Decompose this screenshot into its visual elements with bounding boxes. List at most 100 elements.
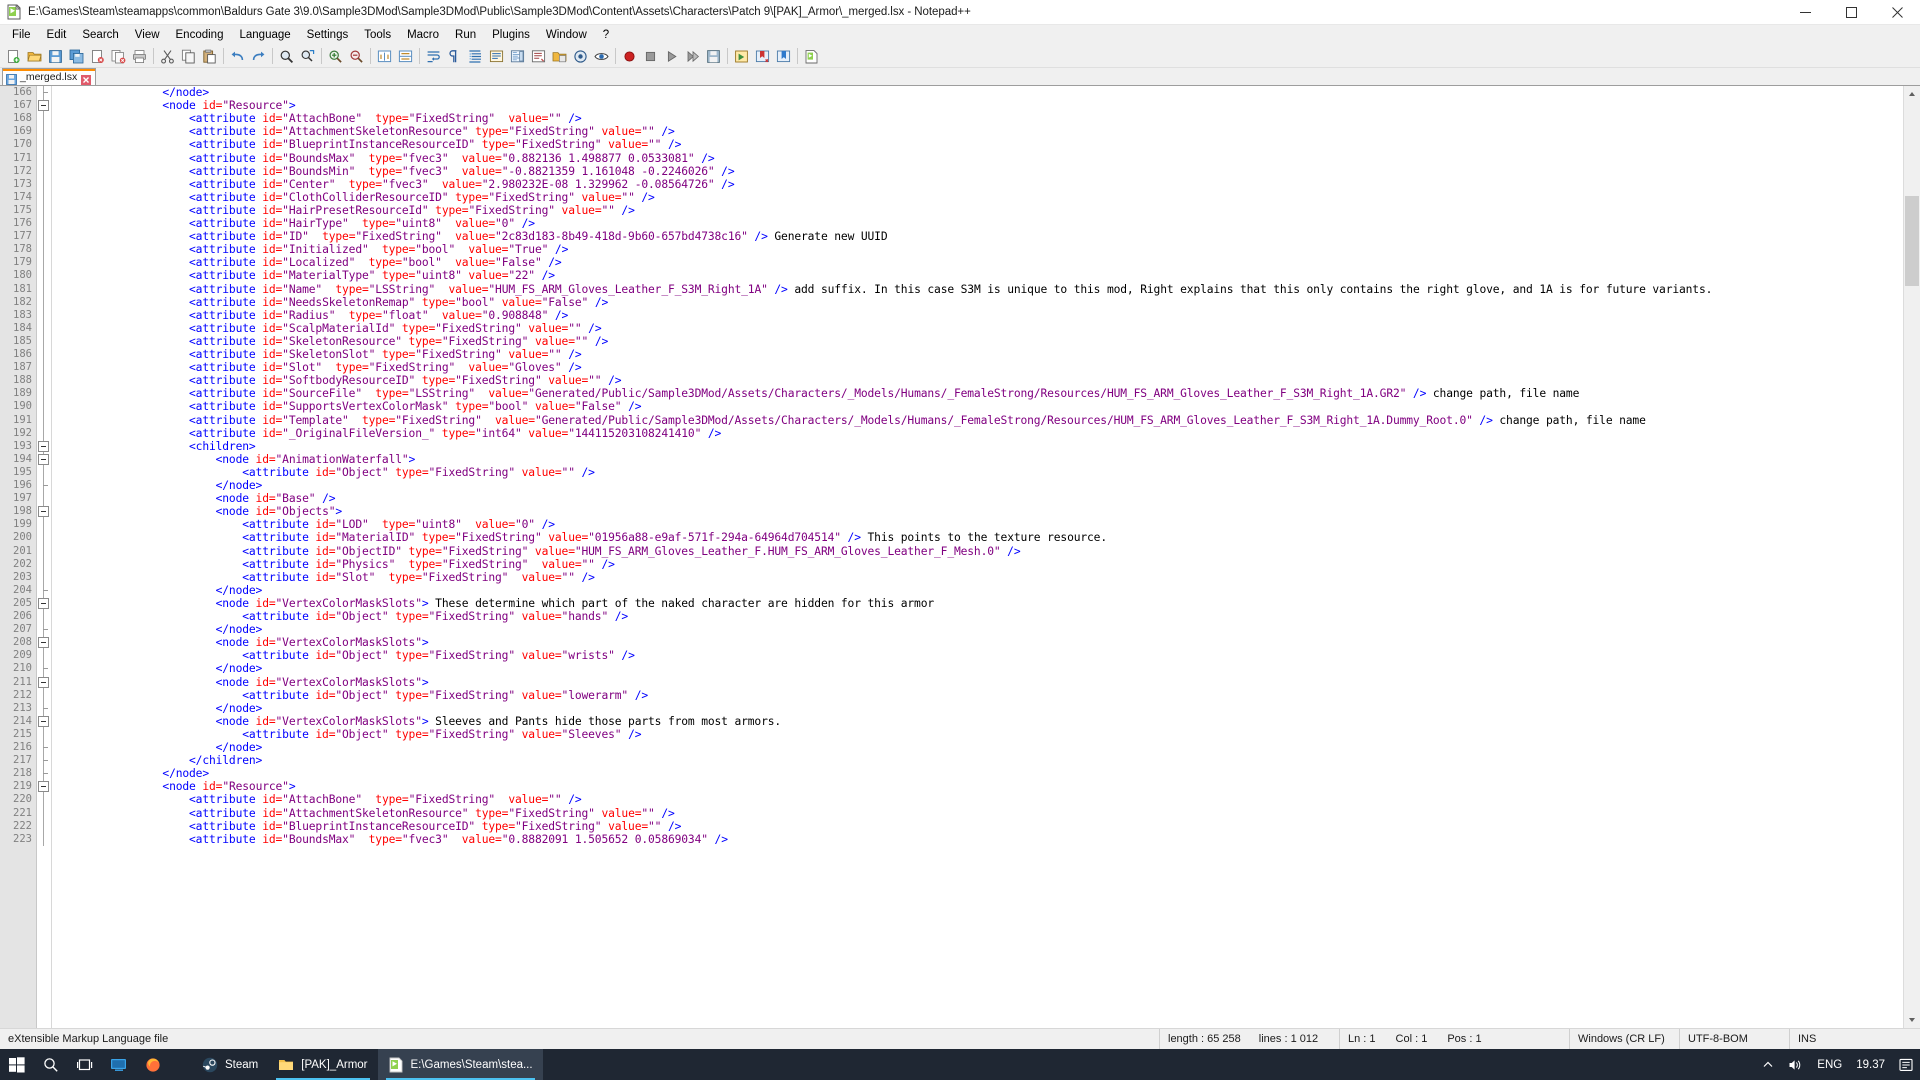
- code-line[interactable]: <node id="Base" />: [56, 492, 336, 505]
- toolbar-button-close-all-documents[interactable]: [108, 46, 129, 66]
- taskbar-item-notepad-plus-plus[interactable]: E:\Games\Steam\stea...: [377, 1049, 543, 1080]
- code-line[interactable]: <attribute id="AttachBone" type="FixedSt…: [56, 793, 582, 806]
- fold-toggle-button[interactable]: [38, 715, 49, 727]
- toolbar-button-word-wrap[interactable]: [423, 46, 444, 66]
- code-line[interactable]: <node id="VertexColorMaskSlots">: [56, 636, 429, 649]
- fold-toggle-button[interactable]: [38, 100, 49, 112]
- toolbar-button-remove-bookmarks[interactable]: [752, 46, 773, 66]
- code-line[interactable]: <attribute id="NeedsSkeletonRemap" type=…: [56, 296, 608, 309]
- fold-toggle-button[interactable]: [38, 781, 49, 793]
- code-line[interactable]: <attribute id="BlueprintInstanceResource…: [56, 820, 681, 833]
- code-line[interactable]: <attribute id="AttachBone" type="FixedSt…: [56, 112, 582, 125]
- code-line[interactable]: <attribute id="AttachmentSkeletonResourc…: [56, 807, 675, 820]
- toolbar-button-cut[interactable]: [157, 46, 178, 66]
- toolbar-button-stop-recording[interactable]: [640, 46, 661, 66]
- code-line[interactable]: <node id="VertexColorMaskSlots">: [56, 676, 429, 689]
- menu-item-run[interactable]: Run: [447, 26, 484, 44]
- code-line[interactable]: <attribute id="HairType" type="uint8" va…: [56, 217, 535, 230]
- code-line[interactable]: </node>: [56, 741, 263, 754]
- toolbar-button-sync-horizontal-scrolling[interactable]: [395, 46, 416, 66]
- code-line[interactable]: </node>: [56, 662, 263, 675]
- toolbar-button-zoom-in[interactable]: [325, 46, 346, 66]
- code-folding-margin[interactable]: [37, 86, 52, 1028]
- toolbar-button-show-all-characters[interactable]: [444, 46, 465, 66]
- code-line[interactable]: <children>: [56, 440, 256, 453]
- code-line[interactable]: <attribute id="BoundsMax" type="fvec3" v…: [56, 833, 728, 846]
- fold-toggle-button[interactable]: [38, 506, 49, 518]
- code-line[interactable]: <attribute id="SoftbodyResourceID" type=…: [56, 374, 622, 387]
- code-line[interactable]: <attribute id="_OriginalFileVersion_" ty…: [56, 427, 721, 440]
- code-line[interactable]: <node id="VertexColorMaskSlots"> These d…: [56, 597, 935, 610]
- document-tab[interactable]: _merged.lsx: [2, 68, 97, 85]
- code-line[interactable]: <attribute id="MaterialType" type="uint8…: [56, 269, 555, 282]
- code-line[interactable]: <attribute id="Radius" type="float" valu…: [56, 309, 568, 322]
- close-tab-icon[interactable]: [81, 72, 92, 85]
- code-line[interactable]: <attribute id="ScalpMaterialId" type="Fi…: [56, 322, 602, 335]
- toolbar-button-folder-as-workspace[interactable]: [549, 46, 570, 66]
- menu-item-plugins[interactable]: Plugins: [484, 26, 538, 44]
- toolbar-button-new-file[interactable]: [3, 46, 24, 66]
- search-icon[interactable]: [34, 1049, 68, 1080]
- code-line[interactable]: <attribute id="Object" type="FixedString…: [56, 466, 595, 479]
- code-line[interactable]: </node>: [56, 767, 209, 780]
- code-line[interactable]: </children>: [56, 754, 262, 767]
- toolbar-button-playback-macro[interactable]: [661, 46, 682, 66]
- menu-item-tools[interactable]: Tools: [356, 26, 399, 44]
- action-center-icon[interactable]: [1892, 1049, 1920, 1080]
- code-line[interactable]: <attribute id="SourceFile" type="LSStrin…: [56, 387, 1579, 400]
- toolbar-button-toggle-bookmark[interactable]: [773, 46, 794, 66]
- toolbar-button-monitoring[interactable]: [570, 46, 591, 66]
- menu-item-edit[interactable]: Edit: [39, 26, 75, 44]
- code-line[interactable]: <attribute id="SkeletonSlot" type="Fixed…: [56, 348, 582, 361]
- tray-clock[interactable]: 19.37: [1849, 1049, 1892, 1080]
- menu-item-language[interactable]: Language: [231, 26, 298, 44]
- toolbar-button-replace[interactable]: [297, 46, 318, 66]
- toolbar-button-copy[interactable]: [178, 46, 199, 66]
- code-line[interactable]: <attribute id="ID" type="FixedString" va…: [56, 230, 888, 243]
- scroll-down-arrow-icon[interactable]: [1904, 1012, 1920, 1028]
- code-line[interactable]: <attribute id="Template" type="FixedStri…: [56, 414, 1646, 427]
- menu-item-search[interactable]: Search: [74, 26, 126, 44]
- toolbar-button-save-all[interactable]: [66, 46, 87, 66]
- code-line[interactable]: <node id="Resource">: [56, 780, 295, 793]
- vertical-scrollbar[interactable]: [1903, 86, 1920, 1028]
- task-view-icon[interactable]: [68, 1049, 102, 1080]
- code-line[interactable]: <attribute id="SupportsVertexColorMask" …: [56, 400, 642, 413]
- toolbar-button-save[interactable]: [45, 46, 66, 66]
- maximize-button[interactable]: [1828, 0, 1874, 24]
- toolbar-button-find[interactable]: [276, 46, 297, 66]
- toolbar-button-npp-plugin[interactable]: [801, 46, 822, 66]
- code-line[interactable]: <attribute id="Object" type="FixedString…: [56, 649, 635, 662]
- code-line[interactable]: <attribute id="HairPresetResourceId" typ…: [56, 204, 635, 217]
- fold-toggle-button[interactable]: [38, 597, 49, 609]
- fold-toggle-button[interactable]: [38, 453, 49, 465]
- toolbar-button-paste[interactable]: [199, 46, 220, 66]
- code-line[interactable]: <attribute id="SkeletonResource" type="F…: [56, 335, 608, 348]
- code-line[interactable]: <attribute id="Object" type="FixedString…: [56, 728, 641, 741]
- toolbar-button-eye[interactable]: [591, 46, 612, 66]
- toolbar-button-run[interactable]: [731, 46, 752, 66]
- code-line[interactable]: <attribute id="BoundsMax" type="fvec3" v…: [56, 152, 715, 165]
- toolbar-button-function-list[interactable]: [528, 46, 549, 66]
- code-line[interactable]: <attribute id="BoundsMin" type="fvec3" v…: [56, 165, 735, 178]
- windows-start-icon[interactable]: [0, 1049, 34, 1080]
- code-line[interactable]: <attribute id="Slot" type="FixedString" …: [56, 361, 582, 374]
- code-line[interactable]: </node>: [56, 86, 209, 99]
- toolbar-button-show-indent-guide[interactable]: [465, 46, 486, 66]
- volume-icon[interactable]: [1781, 1049, 1810, 1080]
- toolbar-button-document-map[interactable]: [507, 46, 528, 66]
- menu-item-settings[interactable]: Settings: [299, 26, 357, 44]
- code-line[interactable]: <node id="Resource">: [56, 99, 295, 112]
- code-line[interactable]: </node>: [56, 623, 263, 636]
- firefox-icon[interactable]: [136, 1049, 170, 1080]
- menu-item-help[interactable]: ?: [595, 26, 617, 44]
- toolbar-button-close-document[interactable]: [87, 46, 108, 66]
- toolbar-button-record-macro[interactable]: [619, 46, 640, 66]
- toolbar-button-redo[interactable]: [248, 46, 269, 66]
- toolbar-button-zoom-out[interactable]: [346, 46, 367, 66]
- taskbar-item-pak-armor[interactable]: [PAK]_Armor: [268, 1049, 377, 1080]
- code-line[interactable]: </node>: [56, 584, 263, 597]
- code-line[interactable]: <attribute id="Center" type="fvec3" valu…: [56, 178, 735, 191]
- toolbar-button-run-macro-multiple[interactable]: [682, 46, 703, 66]
- menu-item-view[interactable]: View: [127, 26, 168, 44]
